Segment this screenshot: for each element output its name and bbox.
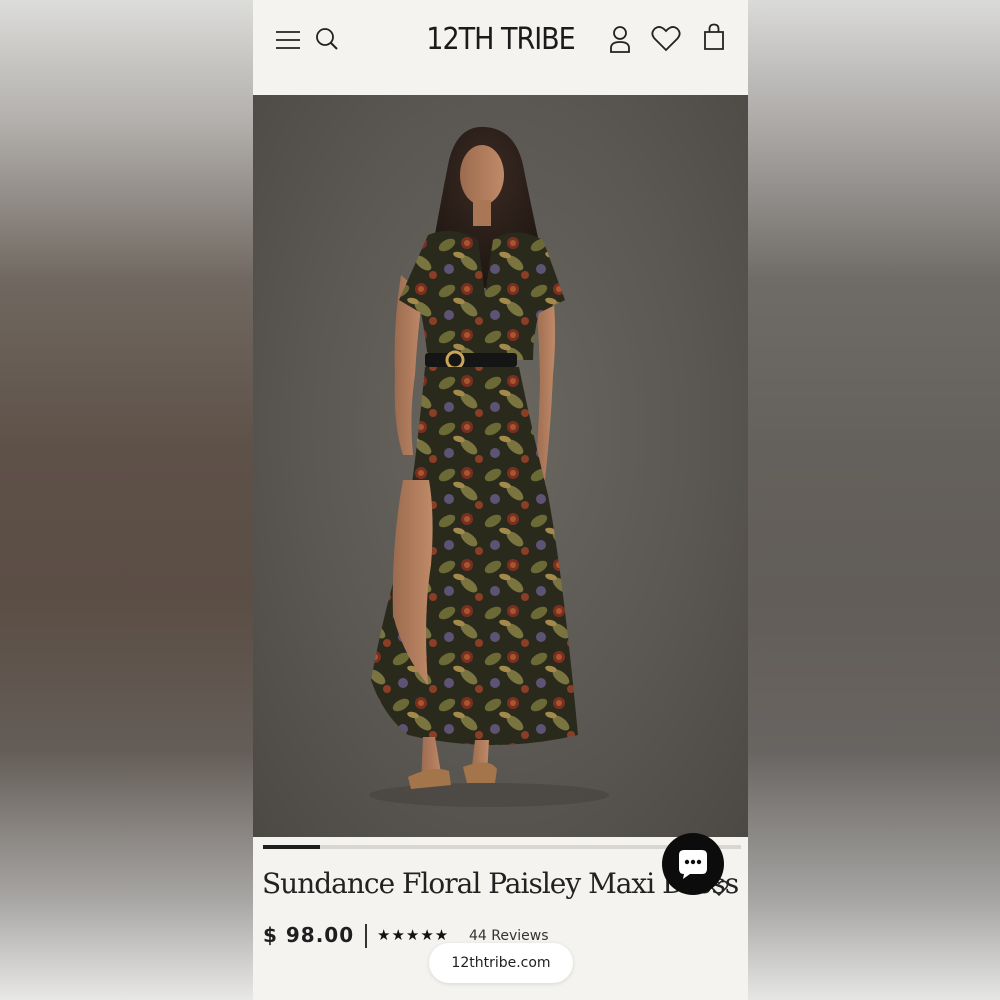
chat-icon: [679, 850, 707, 879]
product-image[interactable]: [253, 95, 748, 837]
account-icon[interactable]: [609, 25, 631, 53]
price-rating-divider: [365, 924, 367, 948]
reviews-link[interactable]: 44 Reviews: [469, 928, 549, 944]
site-header: 12TH TRIBE: [253, 0, 748, 95]
bag-icon[interactable]: [703, 23, 725, 51]
product-price: $ 98.00: [263, 923, 355, 947]
chat-button[interactable]: [662, 833, 724, 895]
browser-url-bar[interactable]: 12thtribe.com: [429, 943, 573, 983]
rating-stars: ★★★★★: [377, 926, 450, 944]
gallery-progress-fill: [263, 845, 321, 849]
model-photo: [369, 126, 609, 807]
mobile-screen: 12TH TRIBE Sundance Floral Paisley Maxi …: [253, 0, 748, 1000]
wishlist-icon[interactable]: [651, 25, 681, 52]
background-left: [0, 0, 253, 1000]
background-right: [748, 0, 1000, 1000]
